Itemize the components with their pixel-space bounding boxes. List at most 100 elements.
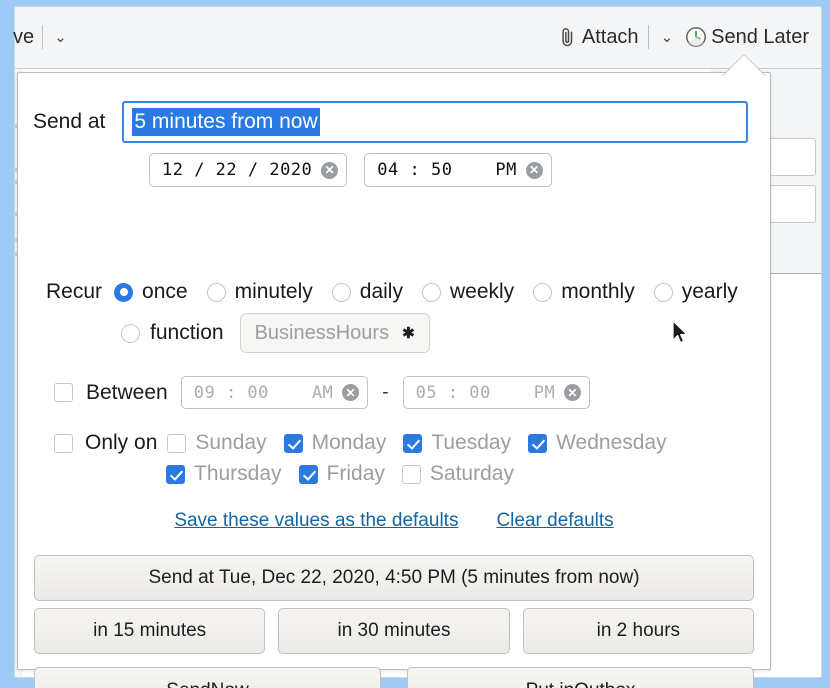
chevron-down-icon: ✱: [402, 325, 415, 342]
day-wednesday[interactable]: Wednesday: [528, 431, 667, 455]
checkbox-saturday[interactable]: [401, 464, 421, 484]
send-now-post: ow: [224, 680, 248, 688]
send-now-button[interactable]: Send Now: [34, 667, 381, 688]
only-on-row-2: Thursday Friday Saturday: [166, 462, 531, 486]
clear-circle-icon[interactable]: ✕: [564, 384, 582, 401]
day-label: Wednesday: [556, 431, 667, 454]
day-label: Sunday: [195, 431, 267, 454]
checkbox-friday[interactable]: [298, 464, 318, 484]
send-at-input-value: 5 minutes from now: [132, 107, 320, 137]
checkbox-thursday[interactable]: [166, 464, 185, 484]
send-at-input[interactable]: 5 minutes from now: [122, 101, 748, 143]
toolbar-separator: [42, 25, 44, 49]
recur-option-label: monthly: [561, 280, 635, 303]
between-start-time-field[interactable]: 09 : 00 AM ✕: [180, 376, 369, 409]
in-2-hours-button[interactable]: in 2 hours: [522, 608, 754, 654]
between-row: Between 09 : 00 AM ✕ - 05 : 00 PM ✕: [54, 376, 591, 409]
send-now-accel: N: [211, 680, 225, 688]
only-on-label: Only on: [85, 431, 158, 454]
send-at-label: Send at: [33, 110, 106, 133]
recur-option-monthly[interactable]: monthly: [533, 280, 635, 304]
save-defaults-link[interactable]: Save these values as the defaults: [174, 510, 458, 532]
day-label: Monday: [311, 431, 387, 454]
between-start-value: 09 : 00 AM: [193, 382, 334, 403]
send-later-popup: Send at 5 minutes from now 12 / 22 / 202…: [17, 72, 771, 688]
clear-circle-icon[interactable]: ✕: [342, 384, 360, 401]
radio-daily[interactable]: [331, 282, 351, 302]
toolbar-right-group: Attach ⌄ Send Later: [560, 25, 809, 49]
function-select-value: BusinessHours: [254, 321, 390, 344]
send-actions-row: Send Now Put in Outbox: [34, 667, 754, 688]
send-at-row: Send at 5 minutes from now: [33, 101, 748, 143]
send-at-scheduled-button[interactable]: Send at Tue, Dec 22, 2020, 4:50 PM (5 mi…: [34, 555, 754, 601]
in-30-minutes-button[interactable]: in 30 minutes: [278, 608, 510, 654]
radio-once[interactable]: [114, 282, 134, 302]
day-friday[interactable]: Friday: [298, 462, 385, 486]
recur-row: Recur once minutely daily weekly monthly: [46, 280, 760, 304]
popup-pointer-arrow: [722, 55, 766, 77]
radio-yearly[interactable]: [653, 282, 673, 302]
day-label: Friday: [326, 462, 385, 485]
radio-monthly[interactable]: [533, 282, 553, 302]
day-tuesday[interactable]: Tuesday: [403, 431, 511, 455]
only-on-row: Only on Sunday Monday Tuesday Wednesday: [54, 431, 760, 455]
only-on-checkbox[interactable]: [54, 433, 73, 453]
recur-label: Recur: [46, 280, 103, 303]
day-sunday[interactable]: Sunday: [167, 431, 267, 455]
save-button-partial-label[interactable]: ve: [13, 26, 34, 49]
radio-weekly[interactable]: [421, 282, 441, 302]
recur-option-label: yearly: [681, 280, 738, 303]
time-value: 04 : 50 PM: [377, 160, 517, 180]
put-in-outbox-accel: O: [574, 680, 589, 688]
day-monday[interactable]: Monday: [283, 431, 387, 455]
compose-toolbar: ve ⌄ Attach ⌄ Send Later: [13, 7, 821, 69]
checkbox-monday[interactable]: [283, 433, 303, 453]
send-later-label: Send Later: [711, 25, 809, 48]
clock-icon: [685, 26, 707, 48]
send-now-pre: Send: [166, 680, 210, 688]
recur-option-label: weekly: [449, 280, 515, 303]
day-saturday[interactable]: Saturday: [401, 462, 514, 486]
put-in-outbox-post: utbox: [589, 680, 635, 688]
recur-option-weekly[interactable]: weekly: [421, 280, 515, 304]
date-time-row: 12 / 22 / 2020 ✕ 04 : 50 PM ✕: [149, 153, 552, 187]
date-value: 12 / 22 / 2020: [162, 160, 313, 180]
recur-option-once[interactable]: once: [114, 280, 188, 304]
day-label: Saturday: [429, 462, 514, 485]
attach-chevron-down-icon[interactable]: ⌄: [658, 30, 677, 45]
put-in-outbox-pre: Put in: [526, 680, 575, 688]
toolbar-left-group: ve ⌄: [13, 25, 70, 49]
checkbox-sunday[interactable]: [167, 433, 187, 453]
function-select[interactable]: BusinessHours ✱: [239, 313, 430, 353]
between-checkbox[interactable]: [54, 383, 73, 402]
day-label: Tuesday: [431, 431, 512, 454]
between-separator: -: [382, 381, 389, 403]
recur-option-label: minutely: [234, 280, 313, 303]
clear-defaults-link[interactable]: Clear defaults: [496, 510, 613, 532]
recur-function-label: function: [150, 321, 224, 344]
screen-root: ve ⌄ Attach ⌄ Send Later Send at 5 minut…: [0, 0, 830, 688]
day-label: Thursday: [194, 462, 282, 485]
checkbox-wednesday[interactable]: [528, 433, 548, 453]
clear-circle-icon[interactable]: ✕: [321, 161, 339, 179]
paperclip-icon: [560, 27, 575, 48]
checkbox-tuesday[interactable]: [403, 433, 423, 453]
radio-minutely[interactable]: [206, 282, 226, 302]
time-field[interactable]: 04 : 50 PM ✕: [364, 153, 552, 187]
between-end-value: 05 : 00 PM: [415, 382, 556, 403]
clear-circle-icon[interactable]: ✕: [525, 161, 543, 179]
recur-option-minutely[interactable]: minutely: [206, 280, 313, 304]
recur-option-daily[interactable]: daily: [331, 280, 403, 304]
radio-function[interactable]: [121, 323, 140, 343]
recur-option-yearly[interactable]: yearly: [653, 280, 738, 304]
chevron-down-icon[interactable]: ⌄: [51, 30, 70, 45]
attach-label: Attach: [581, 25, 639, 48]
put-in-outbox-button[interactable]: Put in Outbox: [407, 667, 754, 688]
send-later-button[interactable]: Send Later: [685, 26, 809, 49]
date-field[interactable]: 12 / 22 / 2020 ✕: [149, 153, 348, 187]
in-15-minutes-button[interactable]: in 15 minutes: [34, 608, 266, 654]
between-end-time-field[interactable]: 05 : 00 PM ✕: [402, 376, 591, 409]
day-thursday[interactable]: Thursday: [166, 462, 282, 486]
toolbar-separator: [647, 25, 649, 49]
attach-button[interactable]: Attach: [560, 26, 639, 49]
